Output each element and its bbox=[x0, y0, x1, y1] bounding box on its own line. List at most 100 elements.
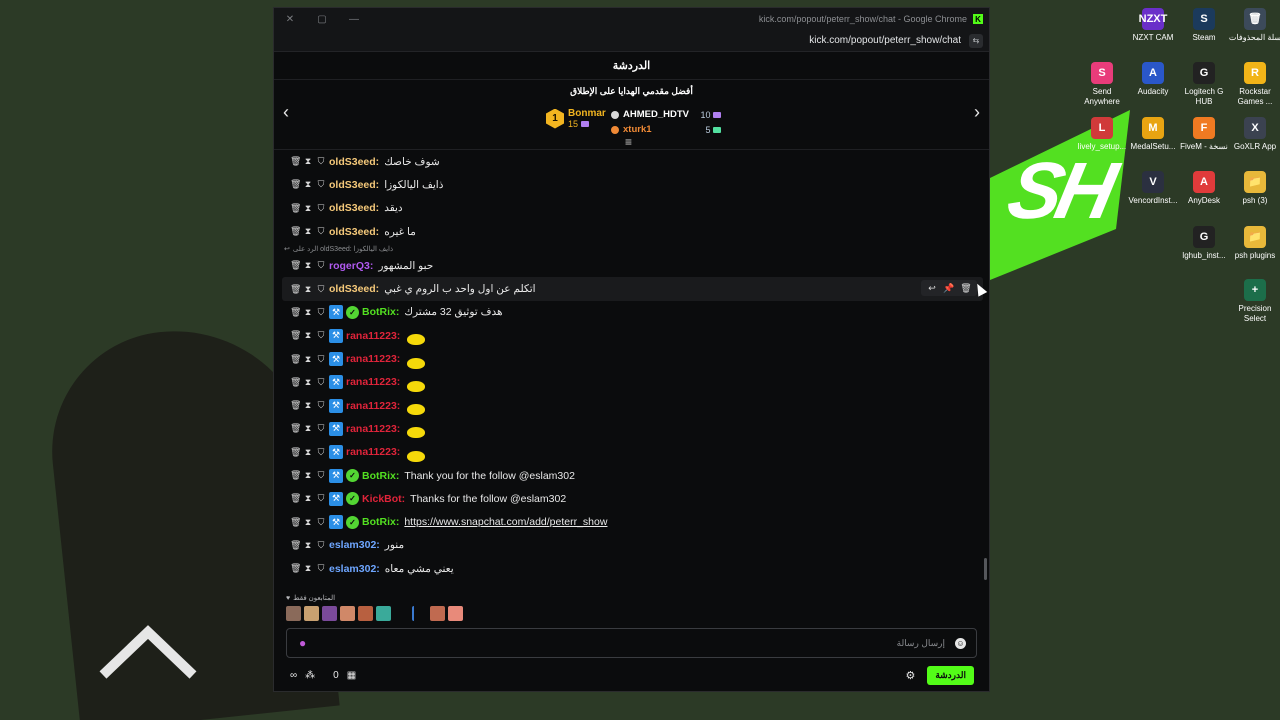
shield-icon[interactable]: ⛉ bbox=[316, 423, 326, 434]
chat-message[interactable]: 🗑 ⧗ ⛉ ⚒ rana11223: bbox=[290, 394, 989, 417]
timeout-icon[interactable]: ⧗ bbox=[303, 517, 313, 528]
shield-icon[interactable]: ⛉ bbox=[316, 377, 326, 388]
trash-icon[interactable]: 🗑 bbox=[290, 284, 301, 295]
desktop-icon[interactable]: G Logitech G HUB bbox=[1177, 62, 1231, 107]
chat-message[interactable]: 🗑 ⧗ ⛉ ⚒ rana11223: bbox=[290, 441, 989, 464]
timeout-icon[interactable]: ⧗ bbox=[303, 203, 313, 214]
timeout-icon[interactable]: ⧗ bbox=[303, 423, 313, 434]
gifter-row[interactable]: AHMED_HDTV 10 bbox=[611, 107, 721, 122]
username[interactable]: BotRix: bbox=[362, 516, 399, 528]
share-icon[interactable]: ⁂ bbox=[305, 670, 315, 681]
username[interactable]: rana11223: bbox=[346, 400, 400, 412]
tune-icon[interactable]: ⇆ bbox=[969, 33, 983, 48]
desktop-icon[interactable]: V VencordInst... bbox=[1126, 171, 1180, 206]
timeout-icon[interactable]: ⧗ bbox=[303, 493, 313, 504]
message-input[interactable]: ● إرسال رسالة ☺ bbox=[286, 628, 977, 658]
avatar[interactable] bbox=[376, 606, 391, 621]
shield-icon[interactable]: ⛉ bbox=[316, 493, 326, 504]
trash-icon[interactable]: 🗑 bbox=[290, 447, 301, 458]
desktop-icon[interactable]: M MedalSetu... bbox=[1126, 117, 1180, 152]
timeout-icon[interactable]: ⧗ bbox=[303, 400, 313, 411]
chevron-left-icon[interactable]: ‹ bbox=[276, 102, 296, 123]
timeout-icon[interactable]: ⧗ bbox=[303, 540, 313, 551]
delete-icon[interactable]: 🗑 bbox=[959, 281, 973, 295]
trash-icon[interactable]: 🗑 bbox=[290, 330, 301, 341]
chat-message[interactable]: 🗑 ⧗ ⛉ oldS3eed: ديقد bbox=[290, 197, 989, 220]
avatar[interactable] bbox=[340, 606, 355, 621]
timeout-icon[interactable]: ⧗ bbox=[303, 470, 313, 481]
reply-icon[interactable]: ↩ bbox=[925, 281, 939, 295]
chat-message[interactable]: 🗑 ⧗ ⛉ ⚒ ✓ KickBot: Thanks for the follow @esla… bbox=[290, 487, 989, 510]
close-button[interactable]: ✕ bbox=[284, 14, 296, 25]
avatar[interactable] bbox=[394, 606, 409, 621]
chat-message[interactable]: 🗑 ⧗ ⛉ ⚒ rana11223: bbox=[290, 417, 989, 440]
desktop-icon[interactable]: F FiveM - نسخة bbox=[1177, 117, 1231, 152]
desktop-icon[interactable]: 📁 psh plugins bbox=[1228, 226, 1280, 261]
trash-icon[interactable]: 🗑 bbox=[290, 156, 301, 167]
timeout-icon[interactable]: ⧗ bbox=[303, 447, 313, 458]
username[interactable]: eslam302: bbox=[329, 563, 380, 575]
username[interactable]: BotRix: bbox=[362, 470, 399, 482]
trash-icon[interactable]: 🗑 bbox=[290, 540, 301, 551]
infinity-icon[interactable]: ∞ bbox=[290, 670, 297, 681]
trash-icon[interactable]: 🗑 bbox=[290, 179, 301, 190]
shield-icon[interactable]: ⛉ bbox=[316, 447, 326, 458]
timeout-icon[interactable]: ⧗ bbox=[303, 563, 313, 574]
desktop-icon[interactable]: NZXT NZXT CAM bbox=[1126, 8, 1180, 43]
trash-icon[interactable]: 🗑 bbox=[290, 226, 301, 237]
chat-message[interactable]: 🗑 ⧗ ⛉ ⚒ rana11223: bbox=[290, 371, 989, 394]
timeout-icon[interactable]: ⧗ bbox=[303, 284, 313, 295]
desktop-icon[interactable]: R Rockstar Games ... bbox=[1228, 62, 1280, 107]
desktop-icon[interactable]: S Send Anywhere bbox=[1075, 62, 1129, 107]
avatar[interactable] bbox=[358, 606, 373, 621]
avatar[interactable] bbox=[412, 606, 427, 621]
desktop-icon[interactable]: + Precision Select bbox=[1228, 279, 1280, 324]
shield-icon[interactable]: ⛉ bbox=[316, 563, 326, 574]
trash-icon[interactable]: 🗑 bbox=[290, 203, 301, 214]
username[interactable]: oldS3eed: bbox=[329, 156, 379, 168]
desktop-icon[interactable]: S Steam bbox=[1177, 8, 1231, 43]
trash-icon[interactable]: 🗑 bbox=[290, 400, 301, 411]
shield-icon[interactable]: ⛉ bbox=[316, 330, 326, 341]
username[interactable]: rana11223: bbox=[346, 353, 400, 365]
chat-message[interactable]: 🗑 ⧗ ⛉ ⚒ rana11223: bbox=[290, 347, 989, 370]
username[interactable]: rana11223: bbox=[346, 446, 400, 458]
chat-messages[interactable]: 🗑 ⧗ ⛉ oldS3eed: شوف خاصك 🗑 ⧗ ⛉ oldS3eed: ذايف الي… bbox=[274, 150, 989, 583]
microphone-icon[interactable]: ● bbox=[299, 636, 306, 650]
username[interactable]: oldS3eed: bbox=[329, 283, 379, 295]
username[interactable]: rana11223: bbox=[346, 330, 400, 342]
collapse-icon[interactable]: ≡ bbox=[625, 135, 632, 149]
avatar[interactable] bbox=[322, 606, 337, 621]
desktop-icon[interactable]: 📁 psh (3) bbox=[1228, 171, 1280, 206]
trash-icon[interactable]: 🗑 bbox=[290, 563, 301, 574]
username[interactable]: oldS3eed: bbox=[329, 179, 379, 191]
shield-icon[interactable]: ⛉ bbox=[316, 540, 326, 551]
chat-message[interactable]: 🗑 ⧗ ⛉ rogerQ3: حبو المشهور bbox=[290, 254, 989, 277]
timeout-icon[interactable]: ⧗ bbox=[303, 179, 313, 190]
desktop-icon[interactable]: 🗑 سلة المحذوفات bbox=[1228, 8, 1280, 43]
trash-icon[interactable]: 🗑 bbox=[290, 307, 301, 318]
trash-icon[interactable]: 🗑 bbox=[290, 423, 301, 434]
avatar[interactable] bbox=[448, 606, 463, 621]
shield-icon[interactable]: ⛉ bbox=[316, 354, 326, 365]
username[interactable]: oldS3eed: bbox=[329, 202, 379, 214]
top-gifter[interactable]: 1 Bonmar 15 bbox=[546, 108, 606, 129]
username[interactable]: rana11223: bbox=[346, 423, 400, 435]
username[interactable]: BotRix: bbox=[362, 306, 399, 318]
desktop-icon[interactable]: Glghub_inst... bbox=[1177, 226, 1231, 261]
avatar[interactable] bbox=[304, 606, 319, 621]
shield-icon[interactable]: ⛉ bbox=[316, 470, 326, 481]
trash-icon[interactable]: 🗑 bbox=[290, 260, 301, 271]
desktop-icon[interactable]: A Audacity bbox=[1126, 62, 1180, 97]
timeout-icon[interactable]: ⧗ bbox=[303, 156, 313, 167]
gear-icon[interactable]: ⚙ bbox=[905, 669, 915, 682]
trash-icon[interactable]: 🗑 bbox=[290, 470, 301, 481]
username[interactable]: KickBot: bbox=[362, 493, 405, 505]
trash-icon[interactable]: 🗑 bbox=[290, 493, 301, 504]
chat-message[interactable]: 🗑 ⧗ ⛉ eslam302: يعني مشي معاه bbox=[290, 557, 989, 580]
timeout-icon[interactable]: ⧗ bbox=[303, 226, 313, 237]
shield-icon[interactable]: ⛉ bbox=[316, 179, 326, 190]
desktop-icon[interactable]: X GoXLR App bbox=[1228, 117, 1280, 152]
url-text[interactable]: kick.com/popout/peterr_show/chat bbox=[809, 35, 961, 46]
shield-icon[interactable]: ⛉ bbox=[316, 307, 326, 318]
